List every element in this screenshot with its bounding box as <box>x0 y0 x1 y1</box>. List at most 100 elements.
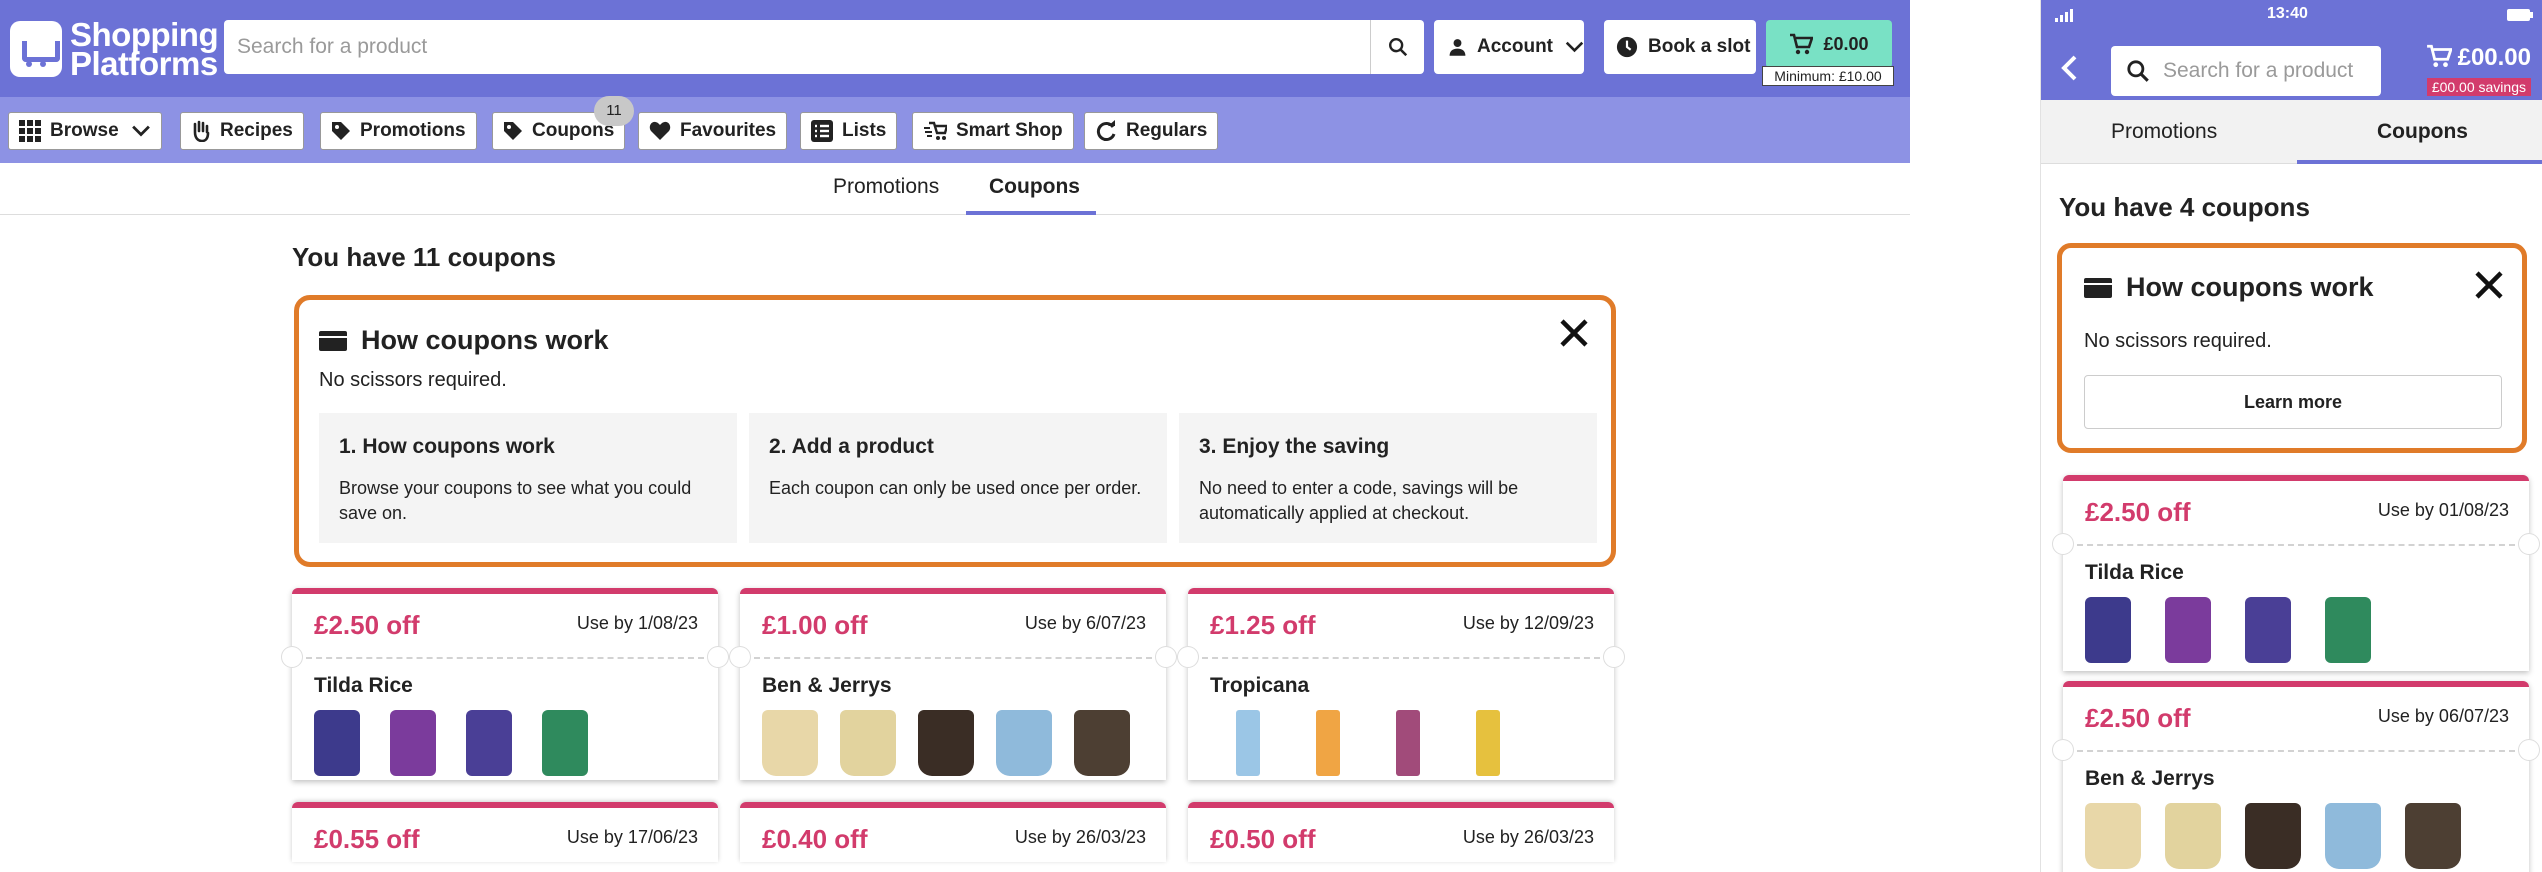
status-bar: 13:40 <box>2041 0 2542 30</box>
mobile-search-input[interactable]: Search for a product <box>2163 59 2353 83</box>
product-image <box>840 710 896 776</box>
coupon-use-by: Use by 06/07/23 <box>2377 706 2509 726</box>
search-button[interactable] <box>1370 20 1424 74</box>
learn-more-button[interactable]: Learn more <box>2084 375 2502 429</box>
product-image <box>2165 597 2211 663</box>
product-image <box>466 710 512 776</box>
nav-smart-shop-label: Smart Shop <box>956 120 1063 141</box>
nav-regulars[interactable]: Regulars <box>1084 112 1219 150</box>
ticket-icon <box>319 330 347 351</box>
product-image <box>2085 597 2131 663</box>
battery-icon <box>2507 9 2533 21</box>
coupon-amount: £0.55 off <box>314 824 420 854</box>
active-tab-indicator <box>966 211 1096 215</box>
nav-lists-label: Lists <box>842 120 887 141</box>
coupon-amount: £0.50 off <box>1210 824 1316 854</box>
nav-recipes[interactable]: Recipes <box>180 112 304 150</box>
logo[interactable]: Shopping Platforms <box>10 16 219 82</box>
back-icon[interactable] <box>2059 54 2079 82</box>
how-subtitle: No scissors required. <box>2084 330 2272 352</box>
product-image <box>996 710 1052 776</box>
product-image <box>2085 803 2141 869</box>
how-coupons-work-panel: How coupons work No scissors required. 1… <box>294 295 1616 567</box>
savings-badge: £00.00 savings <box>2426 78 2531 96</box>
tab-coupons[interactable]: Coupons <box>989 175 1080 199</box>
tag-icon <box>332 122 350 140</box>
nav-lists[interactable]: Lists <box>800 112 898 150</box>
product-image <box>918 710 974 776</box>
product-image <box>2325 803 2381 869</box>
coupon-card[interactable]: £2.50 off Use by 01/08/23 Tilda Rice <box>2052 475 2540 671</box>
coupon-name: Tropicana <box>1210 674 1310 697</box>
coupon-name: Ben & Jerrys <box>762 674 892 697</box>
nav-favourites[interactable]: Favourites <box>638 112 788 150</box>
status-time: 13:40 <box>2267 5 2308 22</box>
how-step-title: 2. Add a product <box>769 435 934 458</box>
coupon-card[interactable]: £2.50 off Use by 06/07/23 Ben & Jerrys <box>2052 681 2540 872</box>
search-bar: Search for a product <box>224 20 1424 74</box>
nav-regulars-label: Regulars <box>1126 120 1208 141</box>
coupon-card[interactable]: £1.00 off Use by 6/07/23 Ben & Jerrys <box>729 588 1177 780</box>
account-label: Account <box>1477 36 1553 57</box>
smart-shop-icon <box>924 121 947 140</box>
clock-icon <box>1616 36 1638 58</box>
search-input[interactable]: Search for a product <box>224 35 1370 59</box>
coupon-use-by: Use by 26/03/23 <box>1014 827 1146 847</box>
desktop-view: Shopping Platforms Search for a product … <box>0 0 1910 872</box>
logo-line-2: Platforms <box>70 45 218 82</box>
coupon-use-by: Use by 6/07/23 <box>1024 613 1146 633</box>
header-bar: Shopping Platforms Search for a product … <box>0 0 1910 97</box>
product-image <box>1316 710 1340 776</box>
tab-bar: Promotions Coupons <box>0 163 1910 215</box>
nav-smart-shop[interactable]: Smart Shop <box>912 112 1074 150</box>
user-icon <box>1449 39 1466 56</box>
coupon-use-by: Use by 01/08/23 <box>2377 500 2509 520</box>
how-step-desc: Browse your coupons to see what you coul… <box>339 478 692 523</box>
product-image <box>1476 710 1500 776</box>
product-image <box>762 710 818 776</box>
coupon-card[interactable]: £0.50 off Use by 26/03/23 <box>1188 802 1614 862</box>
coupon-card[interactable]: £2.50 off Use by 1/08/23 Tilda Rice <box>281 588 729 780</box>
tab-coupons[interactable]: Coupons <box>2377 120 2468 144</box>
coupon-card[interactable]: £1.25 off Use by 12/09/23 Tropicana <box>1177 588 1625 780</box>
account-button[interactable]: Account <box>1434 20 1584 74</box>
how-step: 2. Add a product Each coupon can only be… <box>749 413 1167 543</box>
coupon-amount: £2.50 off <box>314 610 420 640</box>
product-image <box>2405 803 2461 869</box>
cart-logo-icon <box>10 21 62 77</box>
nav-browse[interactable]: Browse <box>8 112 162 150</box>
nav-recipes-label: Recipes <box>220 120 293 141</box>
mobile-cart-button[interactable]: £00.00 <box>2426 44 2531 72</box>
coupon-name: Tilda Rice <box>314 674 413 697</box>
mobile-search-bar[interactable]: Search for a product <box>2111 46 2381 96</box>
tab-promotions[interactable]: Promotions <box>2111 120 2217 144</box>
coupon-use-by: Use by 1/08/23 <box>576 613 698 633</box>
coupon-amount: £0.40 off <box>762 824 868 854</box>
hand-icon <box>193 120 210 142</box>
heart-icon <box>649 121 671 140</box>
how-title: How coupons work <box>361 325 609 355</box>
close-button[interactable] <box>1559 318 1589 353</box>
mobile-tab-bar: Promotions Coupons <box>2041 100 2542 164</box>
book-slot-label: Book a slot <box>1648 36 1751 57</box>
product-image <box>2325 597 2371 663</box>
tag-icon <box>504 122 522 140</box>
tab-promotions[interactable]: Promotions <box>833 175 939 199</box>
how-step: 3. Enjoy the saving No need to enter a c… <box>1179 413 1597 543</box>
close-icon[interactable] <box>2474 270 2504 300</box>
coupons-count-badge: 11 <box>594 96 634 126</box>
cart-button[interactable]: £0.00 <box>1766 20 1892 68</box>
coupon-name: Tilda Rice <box>2085 561 2184 584</box>
page-title: You have 11 coupons <box>292 242 556 272</box>
chevron-down-icon <box>1565 41 1584 53</box>
coupon-card[interactable]: £0.55 off Use by 17/06/23 <box>292 802 718 862</box>
nav-promotions[interactable]: Promotions <box>320 112 477 150</box>
book-slot-button[interactable]: Book a slot <box>1604 20 1756 74</box>
cart-icon <box>1790 33 1814 55</box>
mobile-header: Search for a product £00.00 £00.00 savin… <box>2041 30 2542 100</box>
coupon-card[interactable]: £0.40 off Use by 26/03/23 <box>740 802 1166 862</box>
product-image <box>2165 803 2221 869</box>
mobile-cart-total: £00.00 <box>2457 44 2531 71</box>
product-image <box>2245 803 2301 869</box>
how-step: 1. How coupons work Browse your coupons … <box>319 413 737 543</box>
